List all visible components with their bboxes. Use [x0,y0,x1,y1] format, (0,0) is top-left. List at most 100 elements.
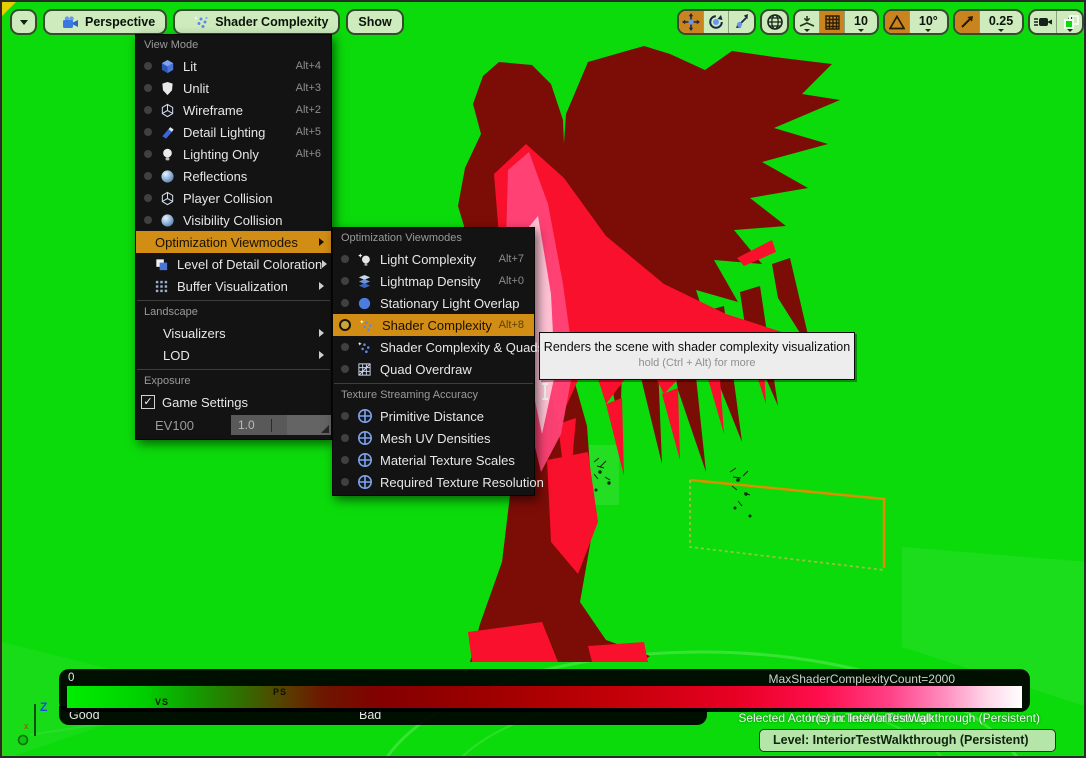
text-cursor [271,419,272,432]
radio-icon [341,299,349,307]
view-mode-button[interactable]: Shader Complexity [173,9,340,35]
buffer-grid-icon [153,278,170,294]
submenu-arrow-icon [319,351,324,359]
shader-complexity-quads-icon [356,339,373,355]
submenu-item-mesh-uv-densities[interactable]: Mesh UV Densities [333,427,534,449]
scale-snap-value[interactable]: 0.25 [980,11,1022,33]
cross-circle-icon [356,408,373,424]
menu-item-buffer-visualization[interactable]: Buffer Visualization [136,275,331,297]
ev100-label: EV100 [155,418,194,433]
menu-item-lit[interactable]: Lit Alt+4 [136,55,331,77]
menu-item-game-settings[interactable]: ✓ Game Settings [136,391,331,413]
menu-item-visibility-collision[interactable]: Visibility Collision [136,209,331,231]
radio-icon [341,478,349,486]
grid-snap-toggle[interactable] [820,11,845,33]
shader-complexity-icon [358,317,375,333]
scale-tool-button[interactable] [729,11,754,33]
caret-down-icon [20,20,28,25]
legend-min-value: 0 [68,672,74,684]
vertex-shader-marker: VS [155,697,169,707]
menu-item-optimization-viewmodes[interactable]: Optimization Viewmodes [136,231,331,253]
legend-max-label: MaxShaderComplexityCount=2000 [769,672,955,686]
menu-item-reflections[interactable]: Reflections [136,165,331,187]
stationary-light-icon [356,295,373,311]
surface-snap-button[interactable] [795,11,820,33]
lightmap-density-icon [356,273,373,289]
rotation-snap-group: 10° [883,9,949,35]
menu-item-lod-coloration[interactable]: Level of Detail Coloration [136,253,331,275]
shader-complexity-tooltip: Renders the scene with shader complexity… [539,332,855,380]
menu-item-unlit[interactable]: Unlit Alt+3 [136,77,331,99]
radio-icon [144,62,152,70]
selected-actors-text: Selected Actor(s) in: InteriorTestWalkth… [738,711,1040,725]
perspective-button[interactable]: Perspective [43,9,167,35]
light-complexity-icon [356,251,373,267]
submenu-item-stationary-light-overlap[interactable]: Stationary Light Overlap [333,292,534,314]
collision-cube-icon [159,190,176,206]
menu-separator [137,300,330,301]
radio-icon [341,434,349,442]
lightbulb-icon [159,146,176,162]
lit-cube-icon [159,58,176,74]
submenu-item-material-texture-scales[interactable]: Material Texture Scales [333,449,534,471]
menu-item-visualizers[interactable]: Visualizers [136,322,331,344]
submenu-item-lightmap-density[interactable]: Lightmap Density Alt+0 [333,270,534,292]
grid-snap-value[interactable]: 10 [845,11,877,33]
rotation-snap-value[interactable]: 10° [910,11,947,33]
ev100-spinbox[interactable]: 1.0 [231,415,331,435]
level-name-badge[interactable]: Level: InteriorTestWalkthrough (Persiste… [759,729,1056,752]
submenu-item-shader-complexity-quads[interactable]: Shader Complexity & Quads [333,336,534,358]
spinbox-drag-handle-icon[interactable] [321,425,329,433]
transform-tools-group [677,9,756,35]
globe-icon [766,13,784,31]
axis-x-label: x [24,721,29,731]
collision-sphere-icon [159,212,176,228]
rotation-snap-toggle[interactable] [885,11,910,33]
menu-item-player-collision[interactable]: Player Collision [136,187,331,209]
submenu-item-light-complexity[interactable]: Light Complexity Alt+7 [333,248,534,270]
radio-icon [144,128,152,136]
move-tool-button[interactable] [679,11,704,33]
submenu-item-required-texture-resolution[interactable]: Required Texture Resolution [333,471,534,493]
submenu-arrow-icon [319,329,324,337]
radio-icon [144,150,152,158]
viewport-toolbar-right: 10 10° 0.25 4 [677,9,1084,35]
move-icon [682,13,700,31]
radio-icon [341,343,349,351]
radio-icon [144,216,152,224]
restore-viewport-button[interactable] [1064,15,1079,29]
show-button[interactable]: Show [346,9,403,35]
menu-item-detail-lighting[interactable]: Detail Lighting Alt+5 [136,121,331,143]
menu-separator [137,369,330,370]
radio-icon [144,172,152,180]
rotate-icon [707,13,725,31]
radio-icon [144,194,152,202]
quad-overdraw-icon [356,361,373,377]
menu-item-ev100: EV100 1.0 [136,413,331,437]
camera-speed-button[interactable] [1030,11,1057,33]
world-coordinate-button[interactable] [762,11,787,33]
optimization-viewmodes-submenu: Optimization Viewmodes Light Complexity … [332,227,535,496]
menu-item-lighting-only[interactable]: Lighting Only Alt+6 [136,143,331,165]
submenu-item-primitive-distance[interactable]: Primitive Distance [333,405,534,427]
scale-snap-toggle[interactable] [955,11,980,33]
submenu-item-quad-overdraw[interactable]: Quad Overdraw [333,358,534,380]
cross-circle-icon [356,452,373,468]
menu-item-lod[interactable]: LOD [136,344,331,366]
radio-selected-icon [339,319,351,331]
checkbox-checked-icon[interactable]: ✓ [141,395,155,409]
scale-icon [733,13,751,31]
scale-snap-group: 0.25 [953,9,1024,35]
tooltip-hint: hold (Ctrl + Alt) for more [540,357,854,369]
radio-icon [341,412,349,420]
submenu-item-shader-complexity[interactable]: Shader Complexity Alt+8 [333,314,534,336]
complexity-gradient-bar: VS PS [67,686,1022,708]
rotate-tool-button[interactable] [704,11,729,33]
radio-icon [144,106,152,114]
menu-item-wireframe[interactable]: Wireframe Alt+2 [136,99,331,121]
radio-icon [341,277,349,285]
unlit-shield-icon [159,80,176,96]
view-mode-label: Shader Complexity [215,15,328,29]
selection-box[interactable] [690,480,884,570]
ev100-value: 1.0 [231,418,255,432]
